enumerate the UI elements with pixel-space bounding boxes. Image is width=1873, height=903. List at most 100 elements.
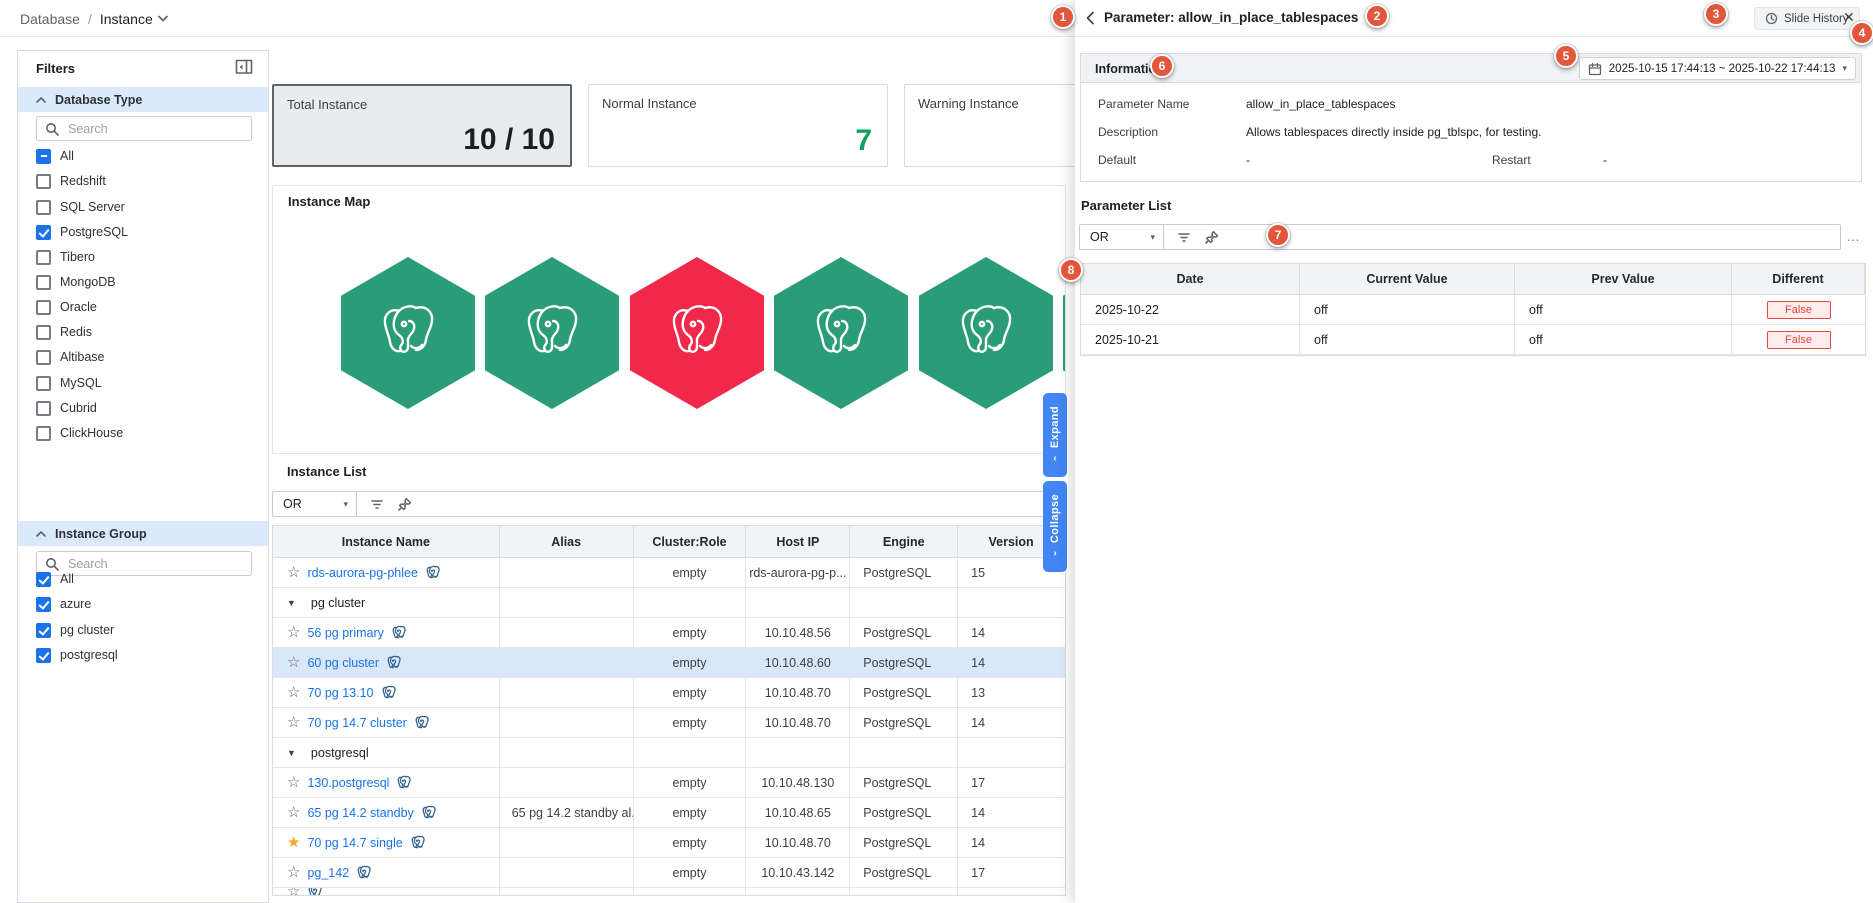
group-option-postgresql[interactable]: postgresql	[36, 645, 118, 665]
checkbox-indeterminate[interactable]	[36, 148, 51, 164]
column-header[interactable]: Different	[1732, 264, 1865, 294]
filter-icon[interactable]	[1176, 229, 1192, 245]
filter-option-all[interactable]: All	[36, 146, 74, 166]
filter-option-tibero[interactable]: Tibero	[36, 247, 95, 267]
checkbox[interactable]	[36, 274, 51, 290]
favorite-star-icon-filled[interactable]	[287, 835, 300, 850]
section-header-database-type[interactable]: Database Type	[18, 87, 268, 112]
instance-hexagon-normal[interactable]	[485, 257, 619, 409]
group-row[interactable]: pg cluster	[273, 588, 1065, 618]
postgresql-icon[interactable]	[356, 865, 372, 881]
instance-link[interactable]: 70 pg 14.7 cluster	[307, 716, 406, 730]
table-row[interactable]: rds-aurora-pg-phlee empty rds-aurora-pg-…	[273, 558, 1065, 588]
checkbox-checked[interactable]	[36, 647, 51, 663]
checkbox[interactable]	[36, 375, 51, 391]
instance-hexagon-normal[interactable]	[341, 257, 475, 409]
table-row[interactable]: 2025-10-22 off off False	[1081, 295, 1865, 325]
postgresql-icon[interactable]	[396, 775, 412, 791]
collapse-triangle-icon[interactable]	[287, 598, 296, 608]
checkbox-checked[interactable]	[36, 224, 51, 240]
card-total-instance[interactable]: Total Instance 10 / 10	[272, 84, 572, 167]
table-row[interactable]: 65 pg 14.2 standby 65 pg 14.2 standby al…	[273, 798, 1065, 828]
instance-link[interactable]: 70 pg 13.10	[307, 686, 373, 700]
checkbox[interactable]	[36, 299, 51, 315]
checkbox-checked[interactable]	[36, 622, 51, 638]
column-header[interactable]: Date	[1081, 264, 1300, 294]
filter-option-clickhouse[interactable]: ClickHouse	[36, 423, 123, 443]
column-header[interactable]: Current Value	[1300, 264, 1515, 294]
breadcrumb-instance[interactable]: Instance	[100, 11, 168, 27]
pin-icon[interactable]	[397, 496, 413, 512]
column-header[interactable]: Engine	[850, 526, 959, 557]
table-row[interactable]: pg_142 empty 10.10.43.142 PostgreSQL 17	[273, 858, 1065, 888]
postgresql-icon[interactable]	[414, 715, 430, 731]
favorite-star-icon[interactable]	[287, 715, 300, 730]
operator-select[interactable]: OR ▾	[1080, 225, 1164, 249]
instance-link[interactable]: pg_142	[307, 866, 349, 880]
column-header[interactable]: Prev Value	[1515, 264, 1732, 294]
postgresql-icon[interactable]	[381, 685, 397, 701]
filter-option-mongodb[interactable]: MongoDB	[36, 272, 116, 292]
group-row[interactable]: postgresql	[273, 738, 1065, 768]
favorite-star-icon[interactable]	[287, 565, 300, 580]
postgresql-icon[interactable]	[421, 805, 437, 821]
favorite-star-icon[interactable]	[287, 865, 300, 880]
filter-option-redshift[interactable]: Redshift	[36, 171, 106, 191]
filter-option-postgresql[interactable]: PostgreSQL	[36, 222, 128, 242]
filter-option-sqlserver[interactable]: SQL Server	[36, 197, 125, 217]
favorite-star-icon[interactable]	[287, 775, 300, 790]
table-row[interactable]: 130.postgresql empty 10.10.48.130 Postgr…	[273, 768, 1065, 798]
column-header[interactable]: Instance Name	[273, 526, 500, 557]
table-row[interactable]: 70 pg 14.7 single empty 10.10.48.70 Post…	[273, 828, 1065, 858]
collapse-panel-button[interactable]: Collapse ›	[1043, 481, 1067, 572]
checkbox-checked[interactable]	[36, 571, 51, 587]
filter-icon[interactable]	[369, 496, 385, 512]
checkbox-checked[interactable]	[36, 596, 51, 612]
checkbox[interactable]	[36, 249, 51, 265]
filter-option-mysql[interactable]: MySQL	[36, 373, 102, 393]
database-type-search-input[interactable]	[66, 120, 226, 137]
more-options-icon[interactable]	[1846, 228, 1861, 244]
instance-link[interactable]: 65 pg 14.2 standby	[307, 806, 413, 820]
card-normal-instance[interactable]: Normal Instance 7	[588, 84, 888, 167]
expand-panel-button[interactable]: Expand ‹	[1043, 393, 1067, 477]
favorite-star-icon[interactable]	[287, 655, 300, 670]
column-header[interactable]: Cluster:Role	[634, 526, 747, 557]
instance-link[interactable]: 70 pg 14.7 single	[307, 836, 402, 850]
date-range-picker[interactable]: 2025-10-15 17:44:13 ~ 2025-10-22 17:44:1…	[1578, 57, 1856, 80]
instance-link[interactable]: 60 pg cluster	[307, 656, 379, 670]
table-row-selected[interactable]: 60 pg cluster empty 10.10.48.60 PostgreS…	[273, 648, 1065, 678]
operator-select[interactable]: OR ▾	[273, 492, 357, 516]
pin-icon[interactable]	[1204, 229, 1220, 245]
collapse-triangle-icon[interactable]	[287, 748, 296, 758]
filter-option-altibase[interactable]: Altibase	[36, 347, 104, 367]
filter-option-redis[interactable]: Redis	[36, 322, 92, 342]
instance-link[interactable]: rds-aurora-pg-phlee	[307, 566, 417, 580]
instance-group-search-input[interactable]	[66, 555, 226, 572]
postgresql-icon[interactable]	[386, 655, 402, 671]
group-option-all[interactable]: All	[36, 569, 74, 589]
section-header-instance-group[interactable]: Instance Group	[18, 521, 268, 546]
column-header[interactable]: Alias	[500, 526, 634, 557]
instance-hexagon-normal[interactable]	[774, 257, 908, 409]
favorite-star-icon[interactable]	[287, 625, 300, 640]
postgresql-icon[interactable]	[425, 565, 441, 581]
checkbox[interactable]	[36, 173, 51, 189]
filter-option-oracle[interactable]: Oracle	[36, 297, 97, 317]
back-icon[interactable]	[1086, 11, 1095, 25]
table-row[interactable]: 70 pg 13.10 empty 10.10.48.70 PostgreSQL…	[273, 678, 1065, 708]
checkbox[interactable]	[36, 324, 51, 340]
postgresql-icon[interactable]	[410, 835, 426, 851]
postgresql-icon[interactable]	[391, 625, 407, 641]
checkbox[interactable]	[36, 199, 51, 215]
favorite-star-icon[interactable]	[287, 685, 300, 700]
checkbox[interactable]	[36, 400, 51, 416]
filter-option-cubrid[interactable]: Cubrid	[36, 398, 97, 418]
favorite-star-icon[interactable]	[287, 805, 300, 820]
collapse-sidebar-icon[interactable]	[235, 59, 254, 75]
instance-hexagon-normal[interactable]	[919, 257, 1053, 409]
checkbox[interactable]	[36, 349, 51, 365]
instance-hexagon-warning[interactable]	[630, 257, 764, 409]
table-row[interactable]: 56 pg primary empty 10.10.48.56 PostgreS…	[273, 618, 1065, 648]
column-header[interactable]: Host IP	[746, 526, 851, 557]
